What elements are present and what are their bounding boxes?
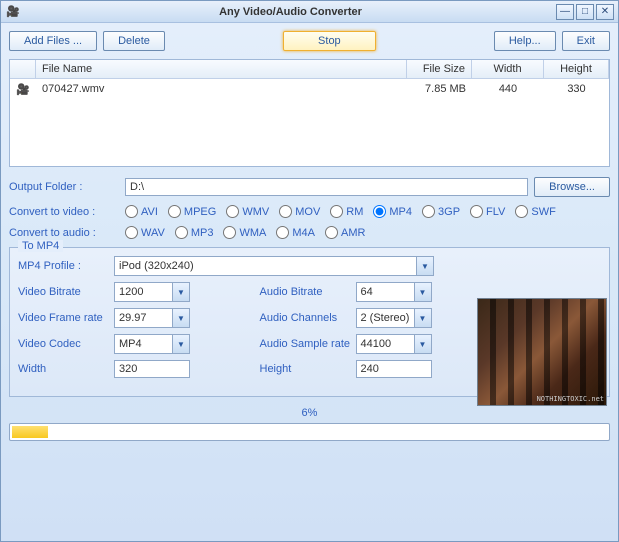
titlebar: 🎥 Any Video/Audio Converter — □ ✕ bbox=[1, 1, 618, 23]
video-format-radio-avi[interactable]: AVI bbox=[125, 205, 158, 218]
output-folder-input[interactable] bbox=[125, 178, 528, 196]
file-row[interactable]: 🎥 070427.wmv 7.85 MB 440 330 bbox=[10, 79, 609, 100]
video-format-radio-flv[interactable]: FLV bbox=[470, 205, 505, 218]
header-filesize[interactable]: File Size bbox=[407, 60, 472, 78]
height-label: Height bbox=[260, 363, 352, 375]
progress-bar bbox=[9, 423, 610, 441]
video-framerate-label: Video Frame rate bbox=[18, 312, 110, 324]
audio-samplerate-select[interactable]: 44100▼ bbox=[356, 334, 432, 354]
app-icon: 🎥 bbox=[5, 4, 21, 20]
video-framerate-select[interactable]: 29.97▼ bbox=[114, 308, 190, 328]
audio-bitrate-select[interactable]: 64▼ bbox=[356, 282, 432, 302]
profile-select[interactable]: iPod (320x240)▼ bbox=[114, 256, 434, 276]
width-input[interactable] bbox=[114, 360, 190, 378]
audio-format-radio-m4a[interactable]: M4A bbox=[276, 226, 315, 239]
file-size: 7.85 MB bbox=[407, 81, 472, 98]
video-preview: NOTHINGTOXIC.net bbox=[477, 298, 607, 406]
close-button[interactable]: ✕ bbox=[596, 4, 614, 20]
file-width: 440 bbox=[472, 81, 544, 98]
stop-button[interactable]: Stop bbox=[283, 31, 376, 51]
progress-label: 6% bbox=[9, 407, 610, 419]
chevron-down-icon: ▼ bbox=[172, 335, 189, 353]
video-format-radios: AVI MPEG WMV MOV RM MP4 3GP FLV SWF bbox=[125, 205, 556, 218]
output-folder-label: Output Folder : bbox=[9, 181, 119, 193]
audio-channels-label: Audio Channels bbox=[260, 312, 352, 324]
progress-fill bbox=[12, 426, 48, 438]
window-title: Any Video/Audio Converter bbox=[25, 6, 556, 18]
audio-format-radios: WAV MP3 WMA M4A AMR bbox=[125, 226, 365, 239]
add-files-button[interactable]: Add Files ... bbox=[9, 31, 97, 51]
toolbar: Add Files ... Delete Stop Help... Exit bbox=[9, 31, 610, 51]
video-codec-select[interactable]: MP4▼ bbox=[114, 334, 190, 354]
video-format-radio-mpeg[interactable]: MPEG bbox=[168, 205, 216, 218]
video-file-icon: 🎥 bbox=[16, 84, 30, 96]
convert-audio-label: Convert to audio : bbox=[9, 227, 119, 239]
video-codec-label: Video Codec bbox=[18, 338, 110, 350]
preview-watermark: NOTHINGTOXIC.net bbox=[537, 395, 604, 403]
audio-format-radio-wma[interactable]: WMA bbox=[223, 226, 266, 239]
profile-label: MP4 Profile : bbox=[18, 260, 110, 272]
chevron-down-icon: ▼ bbox=[414, 283, 431, 301]
video-format-radio-swf[interactable]: SWF bbox=[515, 205, 555, 218]
convert-video-label: Convert to video : bbox=[9, 206, 119, 218]
maximize-button[interactable]: □ bbox=[576, 4, 594, 20]
video-format-radio-mov[interactable]: MOV bbox=[279, 205, 320, 218]
video-format-radio-mp4[interactable]: MP4 bbox=[373, 205, 412, 218]
delete-button[interactable]: Delete bbox=[103, 31, 165, 51]
chevron-down-icon: ▼ bbox=[172, 283, 189, 301]
audio-format-radio-amr[interactable]: AMR bbox=[325, 226, 365, 239]
header-height[interactable]: Height bbox=[544, 60, 609, 78]
panel-title: To MP4 bbox=[18, 240, 63, 252]
audio-format-radio-mp3[interactable]: MP3 bbox=[175, 226, 214, 239]
help-button[interactable]: Help... bbox=[494, 31, 556, 51]
header-width[interactable]: Width bbox=[472, 60, 544, 78]
chevron-down-icon: ▼ bbox=[414, 309, 431, 327]
audio-samplerate-label: Audio Sample rate bbox=[260, 338, 352, 350]
audio-bitrate-label: Audio Bitrate bbox=[260, 286, 352, 298]
chevron-down-icon: ▼ bbox=[416, 257, 433, 275]
minimize-button[interactable]: — bbox=[556, 4, 574, 20]
video-format-radio-3gp[interactable]: 3GP bbox=[422, 205, 460, 218]
chevron-down-icon: ▼ bbox=[172, 309, 189, 327]
video-format-radio-rm[interactable]: RM bbox=[330, 205, 363, 218]
video-bitrate-select[interactable]: 1200▼ bbox=[114, 282, 190, 302]
header-filename[interactable]: File Name bbox=[36, 60, 407, 78]
file-name: 070427.wmv bbox=[36, 81, 407, 98]
audio-channels-select[interactable]: 2 (Stereo)▼ bbox=[356, 308, 432, 328]
width-label: Width bbox=[18, 363, 110, 375]
audio-format-radio-wav[interactable]: WAV bbox=[125, 226, 165, 239]
video-format-radio-wmv[interactable]: WMV bbox=[226, 205, 269, 218]
file-list[interactable]: File Name File Size Width Height 🎥 07042… bbox=[9, 59, 610, 167]
file-height: 330 bbox=[544, 81, 609, 98]
video-bitrate-label: Video Bitrate bbox=[18, 286, 110, 298]
exit-button[interactable]: Exit bbox=[562, 31, 610, 51]
height-input[interactable] bbox=[356, 360, 432, 378]
chevron-down-icon: ▼ bbox=[414, 335, 431, 353]
file-list-header: File Name File Size Width Height bbox=[10, 60, 609, 79]
browse-button[interactable]: Browse... bbox=[534, 177, 610, 197]
